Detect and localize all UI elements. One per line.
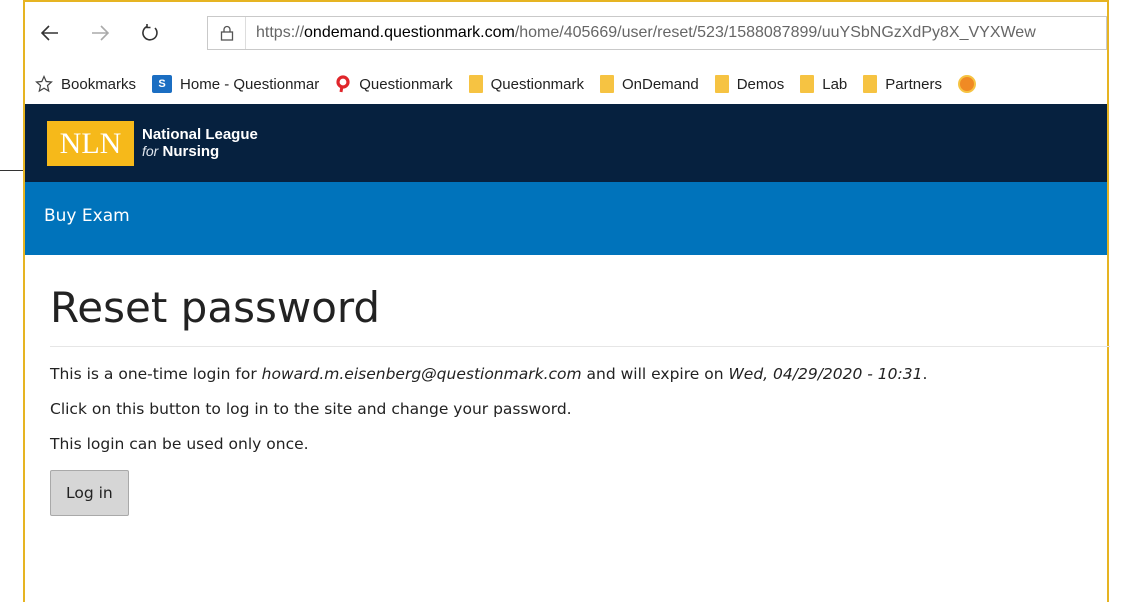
logo-line2: for Nursing bbox=[142, 143, 258, 160]
arrow-left-icon bbox=[41, 25, 58, 41]
forward-button[interactable] bbox=[83, 16, 117, 50]
url-path: /home/405669/user/reset/523/1588087899/u… bbox=[514, 24, 1036, 41]
message-suffix: . bbox=[922, 365, 928, 383]
title-divider bbox=[50, 346, 1110, 347]
bookmark-label: Questionmark bbox=[359, 75, 453, 93]
logo-line1: National League bbox=[142, 126, 258, 143]
logo-line2-prefix: for bbox=[142, 143, 159, 159]
extension-icon bbox=[957, 75, 976, 93]
bookmark-label: Home - Questionmar bbox=[180, 75, 320, 93]
lock-icon bbox=[208, 17, 246, 49]
instruction-message: Click on this button to log in to the si… bbox=[50, 400, 572, 418]
bookmarks-bar: Bookmarks S Home - Questionmar Questionm… bbox=[25, 64, 1107, 104]
expiry-date: Wed, 04/29/2020 - 10:31 bbox=[728, 365, 923, 383]
message-prefix: This is a one-time login for bbox=[50, 365, 262, 383]
folder-icon bbox=[468, 75, 483, 93]
refresh-icon bbox=[142, 24, 158, 41]
site-header: NLN National League for Nursing bbox=[25, 104, 1107, 182]
main-content: Reset password This is a one-time login … bbox=[50, 255, 1110, 516]
bookmark-questionmark-site[interactable]: Questionmark bbox=[335, 75, 453, 93]
browser-toolbar: https://ondemand.questionmark.com/home/4… bbox=[25, 2, 1107, 64]
main-navigation: Buy Exam bbox=[25, 182, 1107, 255]
url-text: https://ondemand.questionmark.com/home/4… bbox=[246, 24, 1036, 42]
star-icon bbox=[35, 75, 53, 93]
page-title: Reset password bbox=[50, 283, 381, 332]
bookmark-folder-lab[interactable]: Lab bbox=[800, 75, 847, 93]
sharepoint-icon: S bbox=[152, 75, 173, 93]
folder-icon bbox=[800, 75, 815, 93]
url-scheme: https:// bbox=[256, 24, 305, 41]
bookmark-overflow[interactable] bbox=[957, 75, 984, 93]
single-use-message: This login can be used only once. bbox=[50, 435, 309, 453]
bookmark-folder-ondemand[interactable]: OnDemand bbox=[600, 75, 699, 93]
folder-icon bbox=[714, 75, 729, 93]
log-in-button[interactable]: Log in bbox=[50, 470, 129, 516]
bookmark-label: Partners bbox=[885, 75, 942, 93]
bookmark-folder-partners[interactable]: Partners bbox=[863, 75, 942, 93]
nav-buy-exam[interactable]: Buy Exam bbox=[44, 206, 130, 226]
bookmark-label: Demos bbox=[736, 75, 785, 93]
bookmark-label: Lab bbox=[822, 75, 848, 93]
nln-logo[interactable]: NLN National League for Nursing bbox=[47, 121, 258, 166]
browser-window: https://ondemand.questionmark.com/home/4… bbox=[23, 0, 1110, 602]
url-host: ondemand.questionmark.com bbox=[304, 24, 515, 41]
questionmark-logo-icon bbox=[335, 75, 351, 93]
folder-icon bbox=[863, 75, 878, 93]
bookmarks-menu[interactable]: Bookmarks bbox=[35, 75, 136, 93]
message-middle: and will expire on bbox=[581, 365, 729, 383]
one-time-login-message: This is a one-time login for howard.m.ei… bbox=[50, 364, 1107, 384]
bookmark-folder-demos[interactable]: Demos bbox=[714, 75, 785, 93]
folder-icon bbox=[600, 75, 614, 93]
bookmark-label: OnDemand bbox=[622, 75, 699, 93]
logo-line2-main: Nursing bbox=[162, 143, 220, 160]
bookmark-home-questionmark[interactable]: S Home - Questionmar bbox=[152, 75, 319, 93]
bookmark-label: Bookmarks bbox=[61, 75, 137, 93]
logo-text: National League for Nursing bbox=[142, 127, 258, 160]
bookmark-label: Questionmark bbox=[490, 75, 584, 93]
back-button[interactable] bbox=[33, 16, 67, 50]
address-bar[interactable]: https://ondemand.questionmark.com/home/4… bbox=[207, 16, 1107, 50]
refresh-button[interactable] bbox=[133, 16, 167, 50]
user-email: howard.m.eisenberg@questionmark.com bbox=[261, 365, 582, 383]
arrow-right-icon bbox=[92, 25, 109, 41]
logo-mark: NLN bbox=[47, 121, 134, 166]
bookmark-folder-questionmark[interactable]: Questionmark bbox=[468, 75, 584, 93]
